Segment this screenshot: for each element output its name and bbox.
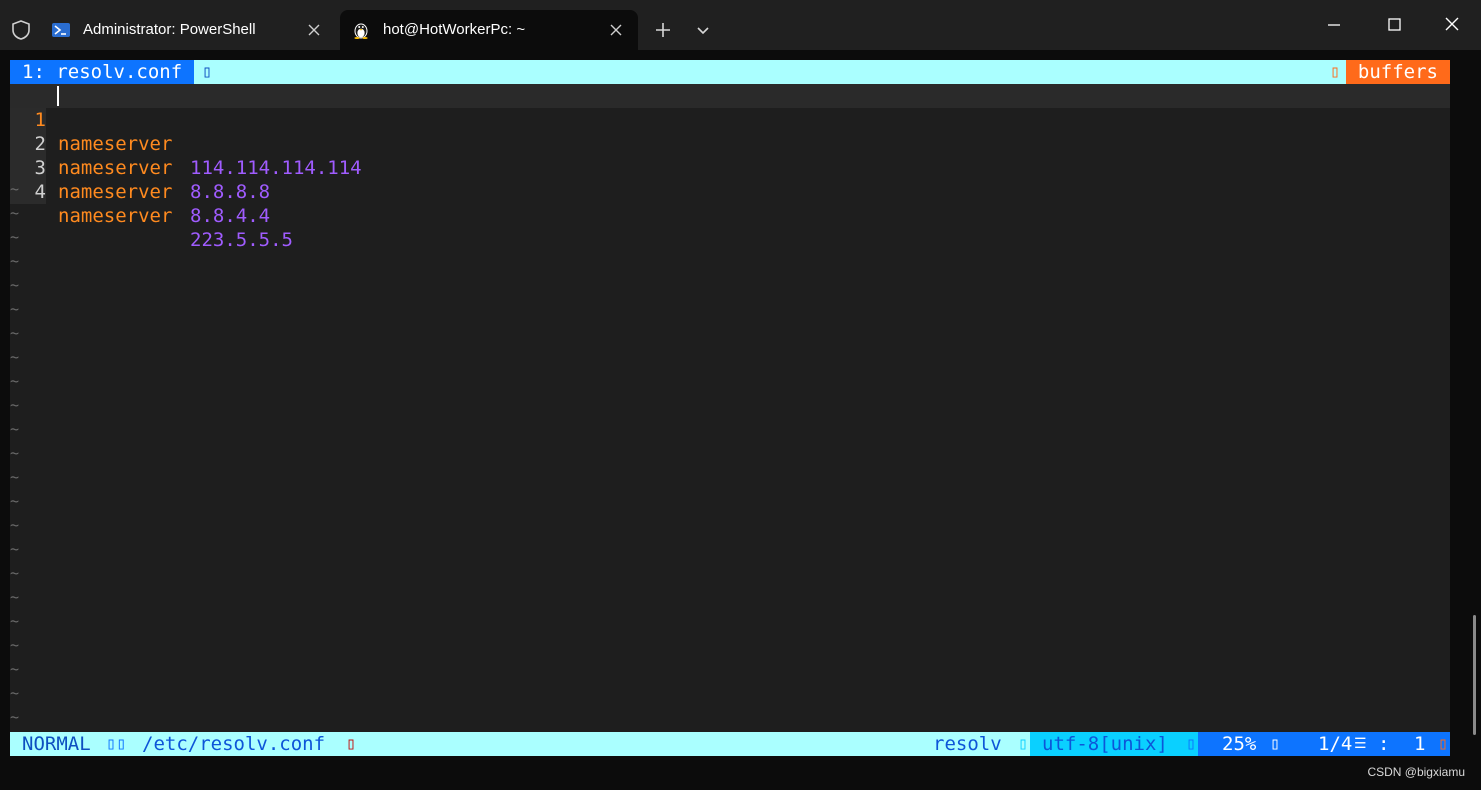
column-separator: : [1378, 733, 1390, 755]
empty-line-marker: ~ [10, 420, 20, 438]
tab-title: hot@HotWorkerPc: ~ [383, 21, 526, 38]
scrollbar-thumb[interactable] [1473, 615, 1476, 735]
vim-statusline: NORMAL ▯▯ /etc/resolv.conf ▯ resolv ▯ ut… [10, 732, 1450, 756]
tab-powershell[interactable]: Administrator: PowerShell [40, 10, 336, 50]
empty-line-marker: ~ [10, 396, 20, 414]
empty-line-marker: ~ [10, 636, 20, 654]
empty-line-marker: ~ [10, 612, 20, 630]
empty-line-marker: ~ [10, 564, 20, 582]
empty-line-marker: ~ [10, 276, 20, 294]
powerline-separator-icon: ▯ [1270, 734, 1281, 754]
column-number: 1 [1414, 733, 1426, 755]
line-position: 1/4 [1318, 733, 1353, 755]
vim-editor[interactable]: 1: resolv.conf ▯ ▯ buffers 1 nameserver … [10, 60, 1450, 756]
buffers-label: buffers [1345, 60, 1450, 84]
close-tab-icon[interactable] [306, 22, 322, 38]
buffer-tab[interactable]: 1: resolv.conf [10, 60, 195, 84]
code-line[interactable]: 2 nameserver 8.8.8.8 [10, 108, 270, 203]
empty-line-marker: ~ [10, 708, 20, 726]
powerline-separator-icon: ▯ [1186, 734, 1197, 754]
empty-line-marker: ~ [10, 684, 20, 702]
tab-linux[interactable]: hot@HotWorkerPc: ~ [340, 10, 638, 50]
terminal-pane[interactable]: 1: resolv.conf ▯ ▯ buffers 1 nameserver … [0, 50, 1481, 790]
empty-line-marker: ~ [10, 180, 20, 198]
close-window-icon[interactable] [1432, 10, 1472, 40]
empty-line-marker: ~ [10, 204, 20, 222]
title-bar: Administrator: PowerShell hot@HotWorkerP… [0, 0, 1481, 50]
powershell-icon [52, 23, 70, 37]
vim-tabline: 1: resolv.conf ▯ ▯ buffers [10, 60, 1450, 84]
empty-line-marker: ~ [10, 588, 20, 606]
ip-value: 114.114.114.114 [190, 157, 362, 179]
empty-line-marker: ~ [10, 300, 20, 318]
maximize-icon[interactable] [1374, 10, 1414, 40]
encoding: utf-8[unix] [1030, 732, 1198, 756]
scroll-percent: 25% [1222, 733, 1257, 755]
empty-line-marker: ~ [10, 468, 20, 486]
empty-line-marker: ~ [10, 372, 20, 390]
tab-title: Administrator: PowerShell [83, 21, 256, 38]
powerline-separator-icon: ▯ [1018, 734, 1029, 754]
empty-line-marker: ~ [10, 660, 20, 678]
chevron-down-icon[interactable] [692, 19, 714, 41]
empty-line-marker: ~ [10, 444, 20, 462]
keyword: nameserver [58, 205, 173, 227]
empty-line-marker: ~ [10, 348, 20, 366]
code-line[interactable]: 1 nameserver 114.114.114.114 [10, 84, 1450, 179]
empty-line-marker: ~ [10, 252, 20, 270]
empty-line-marker: ~ [10, 540, 20, 558]
empty-line-marker: ~ [10, 492, 20, 510]
close-tab-icon[interactable] [608, 22, 624, 38]
empty-line-marker: ~ [10, 228, 20, 246]
mode-indicator: NORMAL [10, 732, 103, 756]
powerline-separator-icon: ▯ [1330, 62, 1341, 82]
powerline-separator-icon: ▯ [1438, 734, 1449, 754]
readonly-lock-icon: ▯ [346, 734, 357, 754]
powerline-separator-icon: ▯ [202, 62, 213, 82]
filetype: resolv [933, 733, 1002, 755]
file-path: /etc/resolv.conf [142, 733, 326, 755]
text-cursor [57, 86, 59, 106]
ip-value: 223.5.5.5 [190, 229, 293, 251]
minimize-icon[interactable] [1314, 10, 1354, 40]
empty-line-marker: ~ [10, 324, 20, 342]
shield-icon[interactable] [10, 19, 32, 41]
powerline-separator-icon: ▯▯ [106, 734, 127, 754]
new-tab-icon[interactable] [652, 19, 674, 41]
code-line[interactable]: 4 nameserver 223.5.5.5 [10, 156, 293, 251]
empty-line-marker: ~ [10, 516, 20, 534]
line-number-icon: ☰ [1354, 736, 1367, 752]
code-line[interactable]: 3 nameserver 8.8.4.4 [10, 132, 270, 227]
watermark: CSDN @bigxiamu [1367, 765, 1465, 779]
linux-penguin-icon [354, 23, 368, 39]
ip-value: 8.8.8.8 [190, 181, 271, 203]
ip-value: 8.8.4.4 [190, 205, 271, 227]
